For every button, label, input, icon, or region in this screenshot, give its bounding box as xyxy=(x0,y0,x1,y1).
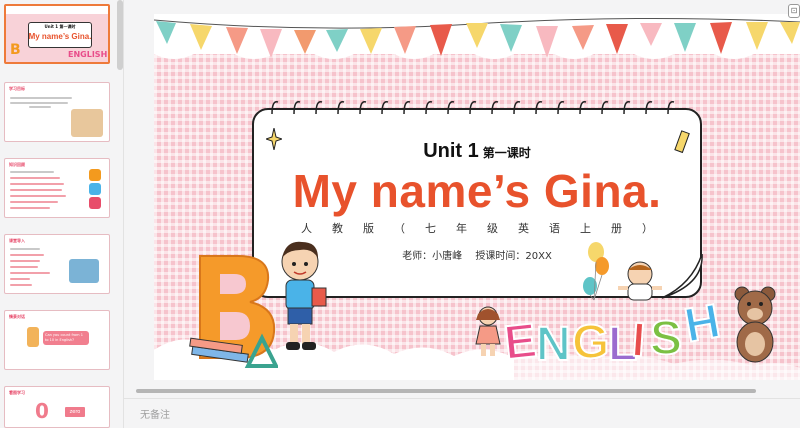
thumb-letter-b: B xyxy=(10,42,21,58)
thumb-header: 情景对话 xyxy=(9,314,25,319)
slide-thumbnail-1[interactable]: Unit 1 第一课时 My name’s Gina. B ENGLISH xyxy=(4,4,110,64)
thumb-illustration xyxy=(69,259,99,283)
notes-divider xyxy=(124,398,800,399)
slide-thumbnail-4[interactable]: 课堂导入 xyxy=(4,234,110,294)
slide-thumbnail-6[interactable]: 看图学习 0 zero xyxy=(4,386,110,428)
thumb-header: 看图学习 xyxy=(9,390,25,395)
lesson-label: 第一课时 xyxy=(482,146,531,160)
slide-subtitle[interactable]: 人教版（七年级英语上册） xyxy=(254,220,700,236)
thumb-digit: 0 xyxy=(35,399,49,423)
lesson-heading: Unit 1 第一课时 xyxy=(254,140,700,163)
thumb-header: 知识回顾 xyxy=(9,162,25,167)
thumb-speech-bubble: Can you count from 1 to 10 in English? xyxy=(43,331,89,345)
bear-character xyxy=(734,286,776,363)
thumb-title: My name’s Gina. xyxy=(28,32,92,41)
thumb-header: 学习目标 xyxy=(9,86,25,91)
horizontal-scrollbar[interactable] xyxy=(136,389,756,393)
slide-thumbnail-2[interactable]: 学习目标 xyxy=(4,82,110,142)
svg-text:E: E xyxy=(502,314,539,368)
bunting-flags xyxy=(154,14,800,59)
boy-character xyxy=(281,241,327,350)
slide-thumbnail-3[interactable]: 知识回顾 xyxy=(4,158,110,218)
english-letters-art: E N G L I S H xyxy=(501,294,725,368)
unit-label: Unit 1 xyxy=(423,140,479,162)
svg-text:I: I xyxy=(630,314,647,368)
svg-text:H: H xyxy=(681,295,724,353)
thumbnail-panel: Unit 1 第一课时 My name’s Gina. B ENGLISH 学习… xyxy=(0,0,124,428)
notebook-rings xyxy=(271,101,675,115)
thumb-unit-line: Unit 1 第一课时 xyxy=(44,24,76,29)
thumb-illustration xyxy=(71,109,103,137)
slide-canvas[interactable]: Unit 1 第一课时 My name’s Gina. 人教版（七年级英语上册） … xyxy=(154,14,800,380)
thumb-header: 课堂导入 xyxy=(9,238,25,243)
thumb-english-art: ENGLISH xyxy=(68,50,108,59)
slide-thumbnail-5[interactable]: 情景对话 Can you count from 1 to 10 in Engli… xyxy=(4,310,110,370)
svg-text:G: G xyxy=(572,316,609,368)
panel-toggle-icon[interactable]: ⊡ xyxy=(788,4,800,18)
thumbnail-scrollbar[interactable] xyxy=(117,0,123,70)
slide-title[interactable]: My name’s Gina. xyxy=(254,164,700,218)
svg-text:S: S xyxy=(650,312,682,365)
svg-text:N: N xyxy=(536,318,571,368)
thumb-word: zero xyxy=(65,407,85,417)
notes-placeholder[interactable]: 无备注 xyxy=(140,406,170,421)
books-decoration xyxy=(189,333,278,368)
